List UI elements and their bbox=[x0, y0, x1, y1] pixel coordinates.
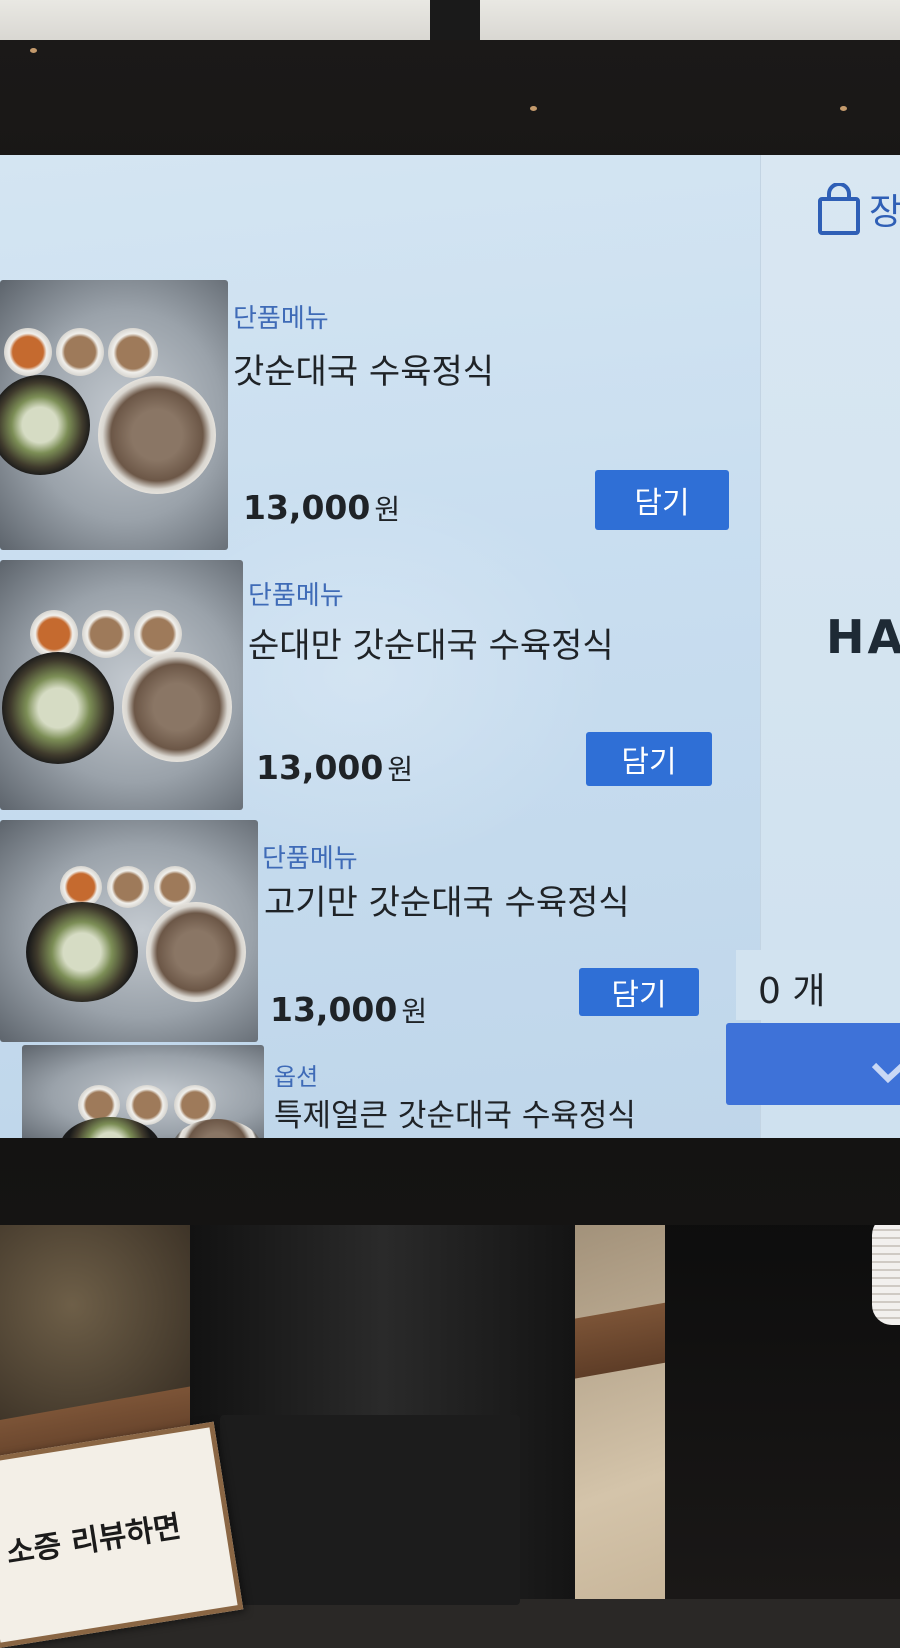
meat-plate bbox=[122, 652, 232, 762]
add-to-cart-button[interactable]: 담기 bbox=[579, 968, 699, 1016]
menu-item-category: 단품메뉴 bbox=[262, 844, 358, 874]
side-dish bbox=[4, 328, 52, 376]
price-unit: 원 bbox=[387, 753, 414, 786]
menu-item[interactable]: 옵션 특제얼큰 갓순대국 수육정식 bbox=[0, 1045, 730, 1138]
counter bbox=[665, 1215, 900, 1599]
kiosk-stand bbox=[190, 1215, 575, 1605]
plate-stack bbox=[872, 1215, 900, 1325]
side-dish bbox=[126, 1085, 168, 1125]
soup-bowl bbox=[26, 902, 138, 1002]
side-dish bbox=[134, 610, 182, 658]
menu-item-price: 13,000 원 bbox=[270, 990, 427, 1030]
shopping-bag-icon[interactable] bbox=[816, 183, 862, 237]
menu-item-name: 고기만 갓순대국 수육정식 bbox=[264, 883, 630, 923]
meat-plate bbox=[146, 902, 246, 1002]
brand-logo: HA bbox=[826, 610, 900, 664]
side-dish bbox=[30, 610, 78, 658]
add-to-cart-button[interactable]: 담기 bbox=[586, 732, 712, 786]
side-dish bbox=[108, 328, 158, 378]
kiosk-stand-base bbox=[220, 1415, 520, 1605]
add-to-cart-button[interactable]: 담기 bbox=[595, 470, 729, 530]
side-dish bbox=[82, 610, 130, 658]
menu-item-photo bbox=[0, 560, 243, 810]
meat-plate bbox=[98, 376, 216, 494]
menu-item-name: 특제얼큰 갓순대국 수육정식 bbox=[274, 1098, 636, 1134]
checkout-button[interactable] bbox=[726, 1023, 900, 1105]
menu-item-category: 단품메뉴 bbox=[248, 581, 344, 611]
review-sign: 소증 리뷰하면 bbox=[0, 1421, 244, 1648]
price-unit: 원 bbox=[374, 493, 401, 526]
kiosk-screen: 단품메뉴 갓순대국 수육정식 13,000 원 담기 단품메뉴 순대만 갓순대국 … bbox=[0, 155, 900, 1138]
menu-item-price: 13,000 원 bbox=[256, 748, 413, 788]
cart-count-box: 0 개 bbox=[736, 950, 900, 1020]
soup-bowl bbox=[2, 652, 114, 764]
menu-item[interactable]: 단품메뉴 순대만 갓순대국 수육정식 13,000 원 담기 bbox=[0, 560, 740, 810]
price-value: 13,000 bbox=[270, 990, 398, 1029]
menu-item-photo bbox=[0, 280, 228, 550]
menu-item-price: 13,000 원 bbox=[243, 488, 400, 528]
price-value: 13,000 bbox=[243, 488, 371, 527]
side-dish bbox=[56, 328, 104, 376]
menu-item-photo bbox=[0, 820, 258, 1042]
bezel-light bbox=[530, 106, 537, 111]
bezel-light bbox=[30, 48, 37, 53]
soup-bowl bbox=[0, 375, 90, 475]
review-sign-text: 소증 리뷰하면 bbox=[4, 1509, 184, 1572]
bezel-light bbox=[840, 106, 847, 111]
menu-item-category: 옵션 bbox=[274, 1063, 319, 1091]
menu-item[interactable]: 단품메뉴 갓순대국 수육정식 13,000 원 담기 bbox=[0, 280, 740, 550]
cart-panel: 장 HA 0 개 bbox=[726, 155, 900, 1138]
checkmark-icon bbox=[871, 1062, 900, 1084]
cart-count: 0 개 bbox=[758, 971, 826, 1012]
menu-list: 단품메뉴 갓순대국 수육정식 13,000 원 담기 단품메뉴 순대만 갓순대국 … bbox=[0, 155, 760, 1138]
menu-item-photo bbox=[22, 1045, 264, 1138]
price-value: 13,000 bbox=[256, 748, 384, 787]
menu-item-name: 순대만 갓순대국 수육정식 bbox=[248, 626, 614, 666]
side-dish bbox=[107, 866, 149, 908]
menu-item-category: 단품메뉴 bbox=[233, 304, 329, 334]
price-unit: 원 bbox=[401, 995, 428, 1028]
menu-item-name: 갓순대국 수육정식 bbox=[233, 352, 495, 392]
cart-label[interactable]: 장 bbox=[869, 183, 900, 235]
menu-item[interactable]: 단품메뉴 고기만 갓순대국 수육정식 13,000 원 담기 bbox=[0, 820, 730, 1042]
